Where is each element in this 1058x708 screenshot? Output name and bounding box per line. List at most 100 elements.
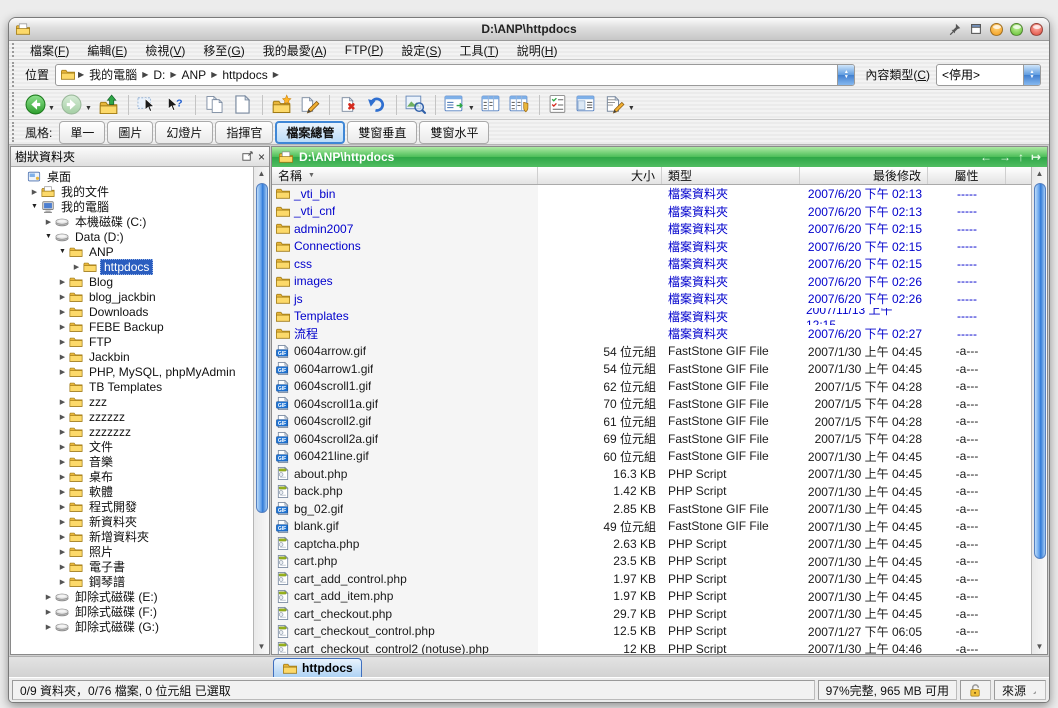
tree-item[interactable]: ▶本機磁碟 (C:)	[11, 214, 253, 229]
breadcrumb-segment[interactable]: httpdocs	[219, 68, 270, 82]
view-mode-button[interactable]	[442, 92, 468, 118]
breadcrumb[interactable]: ▶我的電腦▶D:▶ANP▶httpdocs▶ ▲▼	[55, 64, 855, 86]
tree-expand-icon[interactable]: ▶	[43, 593, 54, 601]
column-name[interactable]: 名稱▼	[272, 167, 538, 184]
stylebar-grip[interactable]	[12, 122, 19, 142]
tree-item[interactable]: ▶FTP	[11, 334, 253, 349]
details2-view-button[interactable]	[507, 92, 533, 118]
file-scrollbar[interactable]: ▲ ▼	[1031, 167, 1047, 654]
style-tab[interactable]: 檔案總管	[275, 121, 345, 144]
checklist-button[interactable]	[546, 92, 572, 118]
file-row[interactable]: _vti_cnf檔案資料夾2007/6/20 下午 02:13-----	[272, 203, 1031, 221]
tree-expand-icon[interactable]: ▶	[29, 188, 40, 196]
tree-item[interactable]: ▼ANP	[11, 244, 253, 259]
forward-button-dropdown-icon[interactable]: ▼	[85, 105, 92, 112]
back-button-dropdown-icon[interactable]: ▼	[48, 105, 55, 112]
tree-item[interactable]: ▶卸除式磁碟 (F:)	[11, 604, 253, 619]
new-folder-button[interactable]	[269, 92, 295, 118]
file-row[interactable]: cart_checkout_control2 (notuse).php12 KB…	[272, 640, 1031, 654]
tree-item[interactable]: ▶程式開發	[11, 499, 253, 514]
tree-expand-icon[interactable]: ▶	[57, 308, 68, 316]
tree-expand-icon[interactable]: ▶	[57, 578, 68, 586]
panes-button[interactable]	[574, 92, 600, 118]
tree-scrollbar[interactable]: ▲ ▼	[253, 167, 269, 654]
tree-expand-icon[interactable]: ▼	[43, 233, 54, 240]
tree-expand-icon[interactable]: ▶	[57, 488, 68, 496]
status-lock[interactable]	[960, 680, 991, 700]
file-scrollbar-thumb[interactable]	[1034, 183, 1046, 559]
tree-expand-icon[interactable]: ▶	[57, 368, 68, 376]
tree-item[interactable]: ▶zzz	[11, 394, 253, 409]
tree-item[interactable]: ▶blog_jackbin	[11, 289, 253, 304]
tree-item[interactable]: ▶卸除式磁碟 (E:)	[11, 589, 253, 604]
menu-g[interactable]: 移至(G)	[194, 42, 253, 59]
tree-item[interactable]: ▶卸除式磁碟 (G:)	[11, 619, 253, 634]
breadcrumb-segment[interactable]: ANP	[179, 68, 210, 82]
menu-h[interactable]: 說明(H)	[508, 42, 567, 59]
tree-item[interactable]: ▶照片	[11, 544, 253, 559]
content-type-select[interactable]: <停用> ▲▼	[936, 64, 1041, 86]
file-row[interactable]: 060421line.gif60 位元組FastStone GIF File20…	[272, 448, 1031, 466]
file-row[interactable]: Templates檔案資料夾2007/11/13 上午 12:15-----	[272, 308, 1031, 326]
tree-expand-icon[interactable]: ▶	[57, 548, 68, 556]
copy-button[interactable]	[202, 92, 228, 118]
file-row[interactable]: Connections檔案資料夾2007/6/20 下午 02:15-----	[272, 238, 1031, 256]
tree-item[interactable]: ▶新資料夾	[11, 514, 253, 529]
tree-scroll-up-icon[interactable]: ▲	[255, 167, 269, 181]
menu-s[interactable]: 設定(S)	[392, 42, 450, 59]
style-tab[interactable]: 單一	[59, 121, 105, 144]
details-view-button[interactable]	[479, 92, 505, 118]
back-button[interactable]	[22, 92, 48, 118]
file-pane-header[interactable]: D:\ANP\httpdocs ← → ↑ ↦	[272, 147, 1047, 167]
tree-expand-icon[interactable]: ▶	[43, 623, 54, 631]
file-scroll-up-icon[interactable]: ▲	[1033, 167, 1047, 181]
toolbar-grip[interactable]	[12, 92, 19, 117]
tree-item[interactable]: ▶桌布	[11, 469, 253, 484]
tree-item[interactable]: ▶PHP, MySQL, phpMyAdmin	[11, 364, 253, 379]
breadcrumb-segment[interactable]: 我的電腦	[86, 66, 140, 83]
pane-back-icon[interactable]: ←	[980, 150, 992, 164]
tree-expand-icon[interactable]: ▶	[57, 278, 68, 286]
breadcrumb-segment[interactable]: D:	[150, 68, 168, 82]
file-row[interactable]: about.php16.3 KBPHP Script2007/1/30 上午 0…	[272, 465, 1031, 483]
tree-item[interactable]: ▶httpdocs	[11, 259, 253, 274]
rename-button[interactable]	[297, 92, 323, 118]
tree-expand-icon[interactable]: ▶	[57, 533, 68, 541]
menu-t[interactable]: 工具(T)	[450, 42, 507, 59]
tree-item[interactable]: ▶我的文件	[11, 184, 253, 199]
menu-f[interactable]: 檔案(F)	[21, 42, 78, 59]
tree-item[interactable]: ▶軟體	[11, 484, 253, 499]
delete-button[interactable]	[336, 92, 362, 118]
tree-scroll-down-icon[interactable]: ▼	[255, 640, 269, 654]
file-row[interactable]: 流程檔案資料夾2007/6/20 下午 02:27-----	[272, 325, 1031, 343]
tab-httpdocs[interactable]: httpdocs	[273, 658, 362, 677]
tree-scrollbar-thumb[interactable]	[256, 183, 268, 513]
tree-item[interactable]: 桌面	[11, 169, 253, 184]
tree-item[interactable]: ▶電子書	[11, 559, 253, 574]
tree-expand-icon[interactable]: ▶	[57, 353, 68, 361]
tree-item[interactable]: ▶FEBE Backup	[11, 319, 253, 334]
edit-filter-button-dropdown-icon[interactable]: ▼	[628, 105, 635, 112]
tree-expand-icon[interactable]: ▶	[43, 608, 54, 616]
tree-expand-icon[interactable]: ▶	[57, 473, 68, 481]
file-scroll-down-icon[interactable]: ▼	[1033, 640, 1047, 654]
file-row[interactable]: images檔案資料夾2007/6/20 下午 02:26-----	[272, 273, 1031, 291]
style-tab[interactable]: 指揮官	[215, 121, 273, 144]
pane-up-icon[interactable]: ↑	[1018, 150, 1024, 164]
tree-expand-icon[interactable]: ▶	[57, 428, 68, 436]
minimize-button[interactable]	[990, 23, 1003, 36]
column-modified[interactable]: 最後修改	[800, 167, 928, 184]
file-row[interactable]: cart_add_item.php1.97 KBPHP Script2007/1…	[272, 588, 1031, 606]
tree-expand-icon[interactable]: ▼	[29, 203, 40, 210]
tree-item[interactable]: ▶zzzzzzz	[11, 424, 253, 439]
style-tab[interactable]: 雙窗水平	[419, 121, 489, 144]
file-row[interactable]: cart_checkout.php29.7 KBPHP Script2007/1…	[272, 605, 1031, 623]
column-type[interactable]: 類型	[662, 167, 800, 184]
breadcrumb-stepper[interactable]: ▲▼	[837, 65, 854, 85]
style-tab[interactable]: 幻燈片	[155, 121, 213, 144]
tree-expand-icon[interactable]: ▶	[43, 218, 54, 226]
tree-expand-icon[interactable]: ▶	[57, 458, 68, 466]
maximize-button[interactable]	[1010, 23, 1023, 36]
file-row[interactable]: 0604scroll1a.gif70 位元組FastStone GIF File…	[272, 395, 1031, 413]
tree-expand-icon[interactable]: ▶	[71, 263, 82, 271]
